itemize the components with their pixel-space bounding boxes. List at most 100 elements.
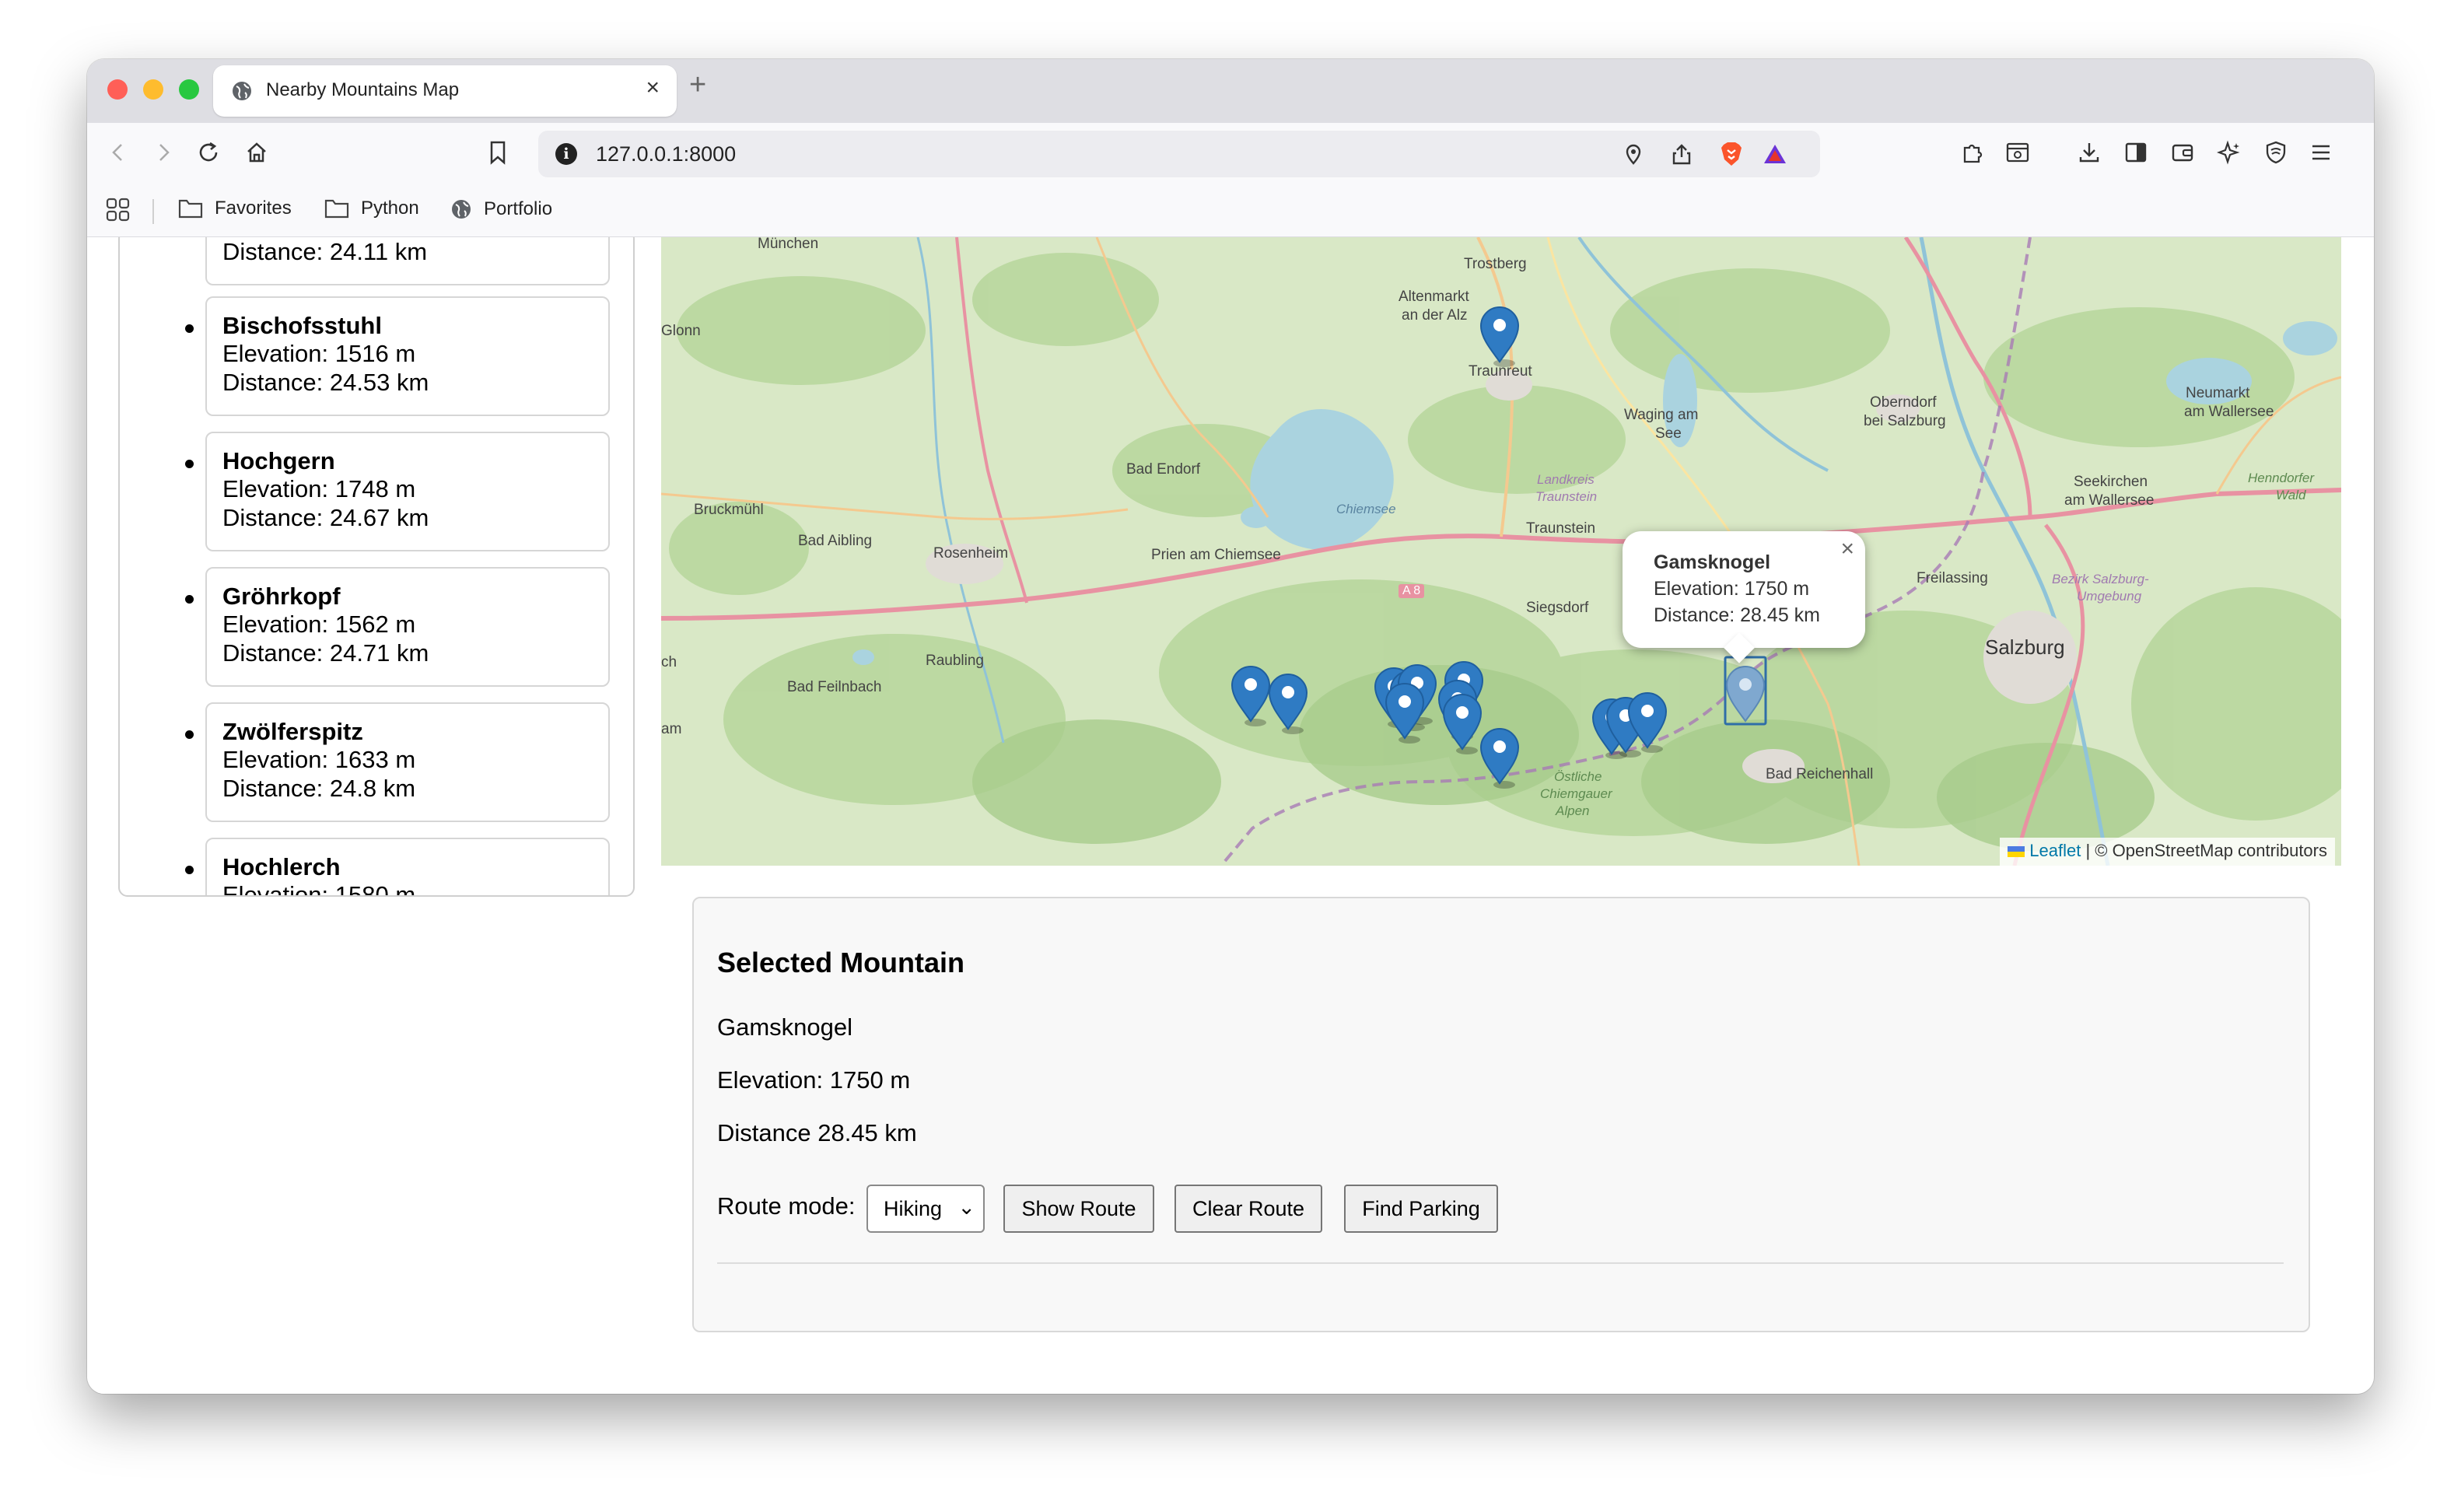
- home-icon: [247, 142, 266, 163]
- extensions-button[interactable]: [1955, 135, 1990, 170]
- map-marker-selected[interactable]: [1724, 656, 1767, 726]
- downloads-button[interactable]: [2072, 135, 2106, 170]
- map-marker[interactable]: [1231, 666, 1270, 727]
- bookmark-page-button[interactable]: [481, 135, 515, 170]
- mountain-elevation: Elevation: 1748 m: [222, 475, 416, 502]
- mountain-name: Zwölferspitz: [222, 718, 363, 745]
- ukraine-flag-icon: [2008, 846, 2025, 858]
- wallet-button[interactable]: [2165, 135, 2200, 170]
- mountain-card-hochgern[interactable]: Hochgern Elevation: 1748 m Distance: 24.…: [185, 432, 610, 551]
- map-marker[interactable]: [1385, 683, 1424, 744]
- bookmark-python[interactable]: Python: [324, 198, 419, 219]
- mountain-card-partial[interactable]: Distance: 24.11 km: [205, 237, 610, 285]
- osm-attribution[interactable]: | © OpenStreetMap contributors: [2085, 841, 2327, 860]
- list-bullet: [185, 866, 194, 874]
- selected-mountain-elevation: Elevation: 1750 m: [717, 1066, 911, 1094]
- new-tab-button[interactable]: +: [689, 68, 706, 102]
- tab-nearby-mountains[interactable]: Nearby Mountains Map ×: [213, 65, 677, 117]
- mountain-card-bischofsstuhl[interactable]: Bischofsstuhl Elevation: 1516 m Distance…: [185, 296, 610, 416]
- bookmark-icon: [490, 141, 506, 165]
- leaflet-map[interactable]: München Trostberg Altenmarkt an der Alz …: [661, 237, 2341, 866]
- mountain-distance: Distance: 24.11 km: [222, 238, 428, 265]
- mountain-distance: Distance: 24.67 km: [222, 504, 429, 531]
- reader-icon: [2006, 142, 2029, 163]
- download-icon: [2079, 143, 2099, 163]
- reader-mode-button[interactable]: [2001, 135, 2035, 170]
- address-bar[interactable]: i 127.0.0.1:8000: [538, 131, 1820, 177]
- popup-mountain-name: Gamsknogel: [1654, 551, 1771, 573]
- leo-ai-button[interactable]: [2212, 135, 2246, 170]
- selected-mountain-panel: Selected Mountain Gamsknogel Elevation: …: [692, 897, 2310, 1332]
- back-button[interactable]: [101, 135, 135, 170]
- vpn-button[interactable]: [2259, 135, 2293, 170]
- forward-button[interactable]: [146, 135, 180, 170]
- sidebar-toggle-button[interactable]: [2119, 135, 2153, 170]
- menu-button[interactable]: [2304, 135, 2338, 170]
- list-bullet: [185, 730, 194, 739]
- home-button[interactable]: [240, 135, 274, 170]
- route-mode-value: Hiking: [884, 1197, 943, 1220]
- close-window-button[interactable]: [107, 79, 128, 100]
- tab-title: Nearby Mountains Map: [266, 79, 460, 100]
- chevron-down-icon: ⌄: [957, 1195, 975, 1219]
- bookmark-label: Portfolio: [484, 198, 553, 219]
- maximize-window-button[interactable]: [179, 79, 199, 100]
- puzzle-icon: [1963, 144, 1983, 163]
- route-mode-select[interactable]: Hiking ⌄: [866, 1185, 985, 1233]
- map-marker[interactable]: [1480, 306, 1519, 368]
- url-text[interactable]: 127.0.0.1:8000: [596, 142, 736, 166]
- selected-mountain-name: Gamsknogel: [717, 1013, 853, 1041]
- location-pin-icon: [1626, 144, 1641, 165]
- mountain-distance: Distance: 24.53 km: [222, 369, 429, 396]
- sidebar-icon: [2125, 142, 2147, 163]
- mountain-card-groehrkopf[interactable]: Gröhrkopf Elevation: 1562 m Distance: 24…: [185, 567, 610, 687]
- mountain-list[interactable]: Distance: 24.11 km Bischofsstuhl Elevati…: [118, 237, 635, 897]
- show-route-button[interactable]: Show Route: [1003, 1185, 1154, 1233]
- minimize-window-button[interactable]: [143, 79, 163, 100]
- panel-divider: [717, 1262, 2284, 1264]
- reload-button[interactable]: [191, 135, 226, 170]
- bookmark-portfolio[interactable]: Portfolio: [450, 198, 552, 221]
- mountain-elevation: Elevation: 1633 m: [222, 746, 416, 773]
- mountain-name: Hochlerch: [222, 853, 341, 880]
- apps-button[interactable]: [101, 193, 135, 227]
- site-info-icon[interactable]: i: [555, 143, 577, 165]
- mountain-elevation: Elevation: 1516 m: [222, 340, 416, 367]
- back-arrow-icon: [112, 144, 122, 161]
- browser-toolbar: i 127.0.0.1:8000: [87, 123, 2374, 185]
- map-marker[interactable]: [1628, 692, 1667, 754]
- forward-arrow-icon: [159, 144, 170, 161]
- folder-icon: [324, 199, 349, 219]
- globe-icon: [233, 82, 251, 100]
- bookmark-favorites[interactable]: Favorites: [177, 198, 292, 219]
- popup-close-icon[interactable]: ×: [1840, 536, 1854, 562]
- map-attribution: Leaflet | © OpenStreetMap contributors: [2000, 838, 2335, 866]
- wallet-icon: [2172, 144, 2193, 162]
- marker-layer: [1231, 306, 1767, 789]
- sparkle-icon: [2217, 140, 2240, 165]
- clear-route-button[interactable]: Clear Route: [1174, 1185, 1322, 1233]
- leaflet-link[interactable]: Leaflet: [2029, 841, 2081, 860]
- brave-rewards-button[interactable]: [1758, 137, 1792, 171]
- map-marker[interactable]: [1480, 728, 1519, 789]
- mountain-card-hochlerch[interactable]: Hochlerch Elevation: 1580 m: [185, 838, 610, 895]
- folder-icon: [178, 199, 203, 219]
- location-button[interactable]: [1616, 137, 1651, 171]
- mountain-distance: Distance: 24.8 km: [222, 775, 416, 802]
- bookmark-label: Python: [361, 198, 419, 219]
- hamburger-menu-icon: [2312, 145, 2330, 160]
- brave-lion-icon: [1721, 142, 1742, 166]
- page-content: Distance: 24.11 km Bischofsstuhl Elevati…: [87, 237, 2374, 1394]
- share-button[interactable]: [1665, 137, 1699, 171]
- brave-shields-button[interactable]: [1714, 137, 1749, 171]
- mountain-name: Hochgern: [222, 447, 335, 474]
- browser-window: Nearby Mountains Map × + i 127.0.0.1:800…: [87, 59, 2374, 1394]
- tab-close-icon[interactable]: ×: [646, 75, 660, 101]
- globe-icon: [452, 200, 471, 219]
- map-marker[interactable]: [1443, 694, 1482, 755]
- mountain-card-zwoelferspitz[interactable]: Zwölferspitz Elevation: 1633 m Distance:…: [185, 702, 610, 822]
- map-marker[interactable]: [1269, 674, 1308, 735]
- find-parking-button[interactable]: Find Parking: [1344, 1185, 1498, 1233]
- mountain-name: Gröhrkopf: [222, 583, 341, 610]
- marker-popup: × Gamsknogel Elevation: 1750 m Distance:…: [1623, 531, 1865, 663]
